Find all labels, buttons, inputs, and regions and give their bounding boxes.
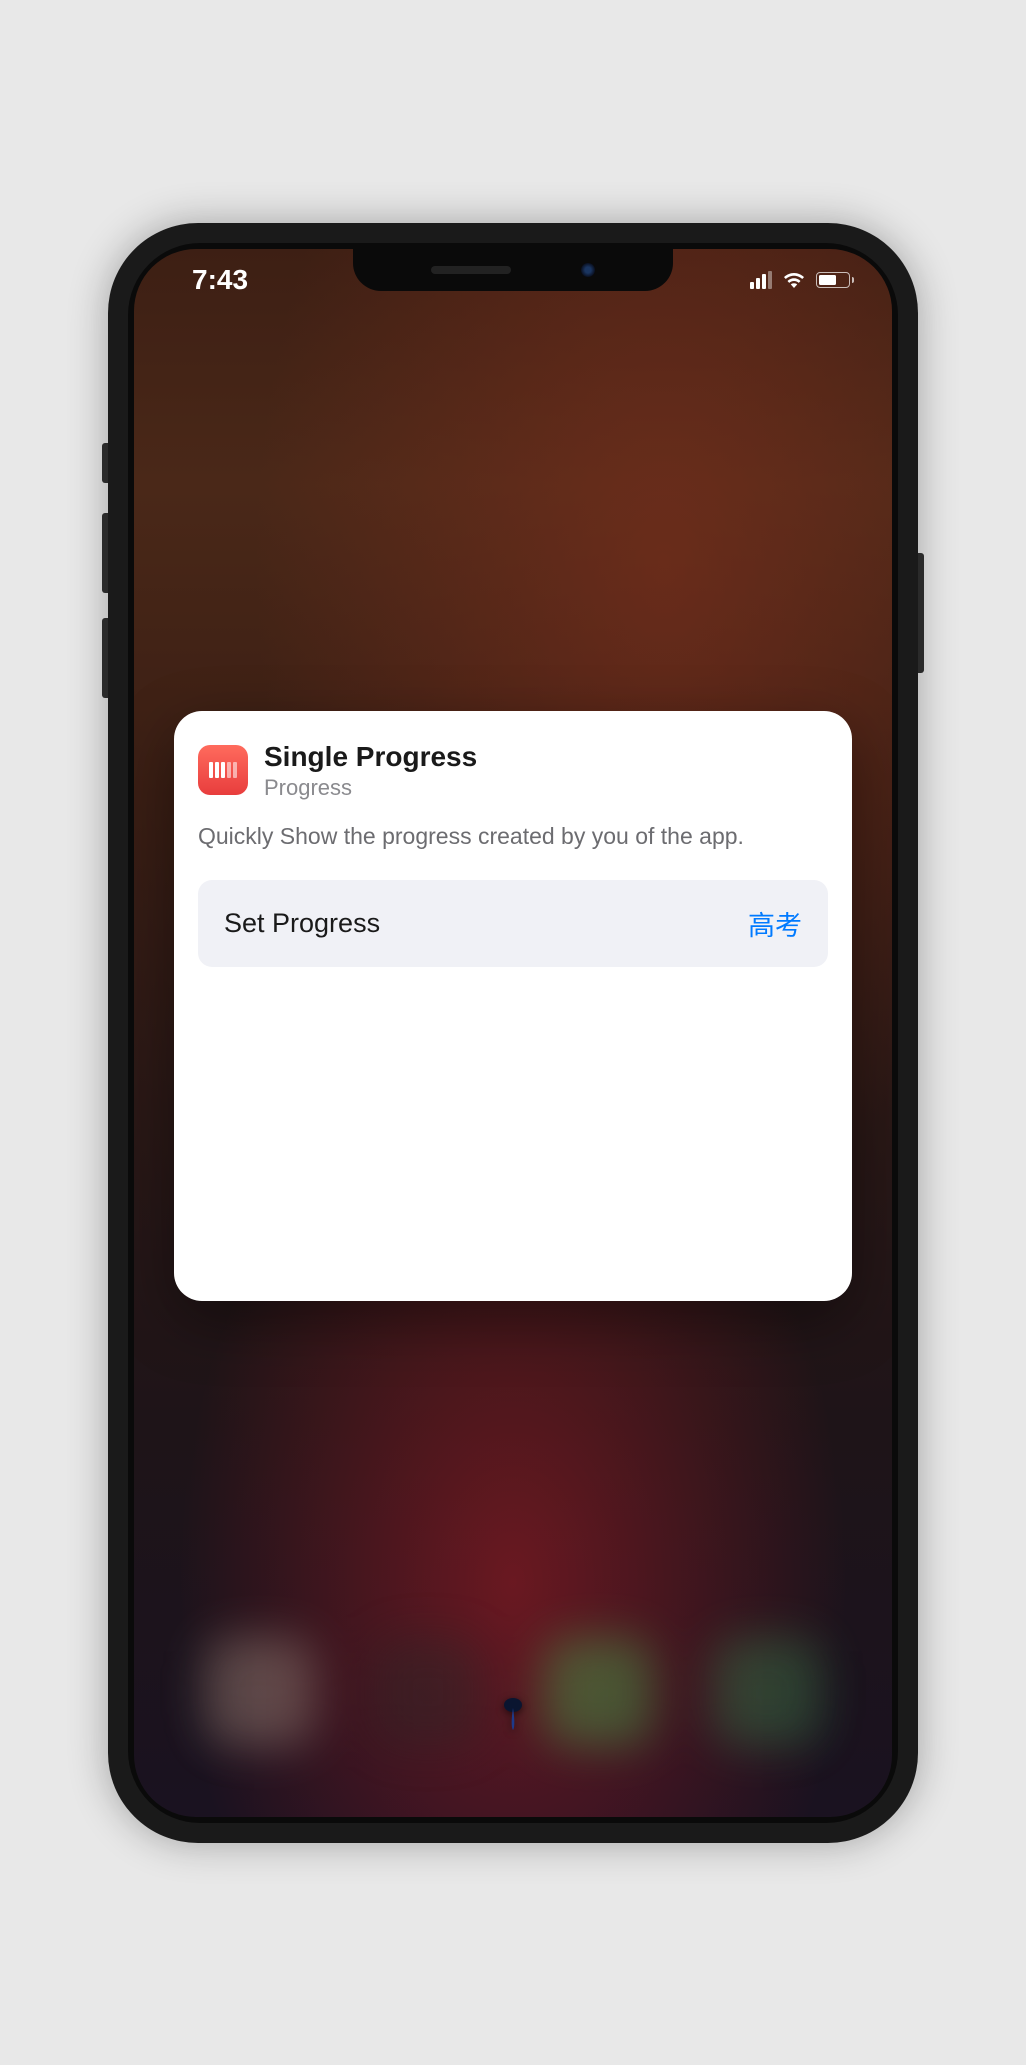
phone-bezel: 7:43	[128, 243, 898, 1823]
volume-down-button	[102, 618, 108, 698]
front-camera	[581, 263, 595, 277]
dock-app-icon	[712, 1637, 822, 1747]
widget-app-name: Progress	[264, 774, 477, 802]
dock-blurred	[174, 1617, 852, 1767]
set-progress-row[interactable]: Set Progress 高考	[198, 880, 828, 967]
dock-app-icon	[373, 1637, 483, 1747]
cellular-signal-icon	[750, 271, 772, 289]
widget-title: Single Progress	[264, 739, 477, 774]
set-progress-value: 高考	[748, 904, 802, 943]
mute-switch	[102, 443, 108, 483]
screen: 7:43	[134, 249, 892, 1817]
phone-frame: 7:43	[108, 223, 918, 1843]
earpiece-speaker	[431, 266, 511, 274]
widget-titles: Single Progress Progress	[264, 739, 477, 802]
status-time: 7:43	[164, 264, 248, 296]
widget-description: Quickly Show the progress created by you…	[198, 821, 828, 852]
power-button	[918, 553, 924, 673]
app-icon	[198, 745, 248, 795]
notch	[353, 249, 673, 291]
dock-app-icon	[543, 1637, 653, 1747]
cursor-pointer	[502, 1698, 524, 1737]
wifi-icon	[782, 271, 806, 289]
set-progress-label: Set Progress	[224, 908, 380, 939]
progress-bars-icon	[209, 762, 237, 778]
volume-up-button	[102, 513, 108, 593]
dock-app-icon	[204, 1637, 314, 1747]
battery-icon	[816, 272, 854, 288]
widget-header: Single Progress Progress	[198, 739, 828, 802]
widget-configuration-card[interactable]: Single Progress Progress Quickly Show th…	[174, 711, 852, 1301]
status-right	[750, 271, 862, 289]
